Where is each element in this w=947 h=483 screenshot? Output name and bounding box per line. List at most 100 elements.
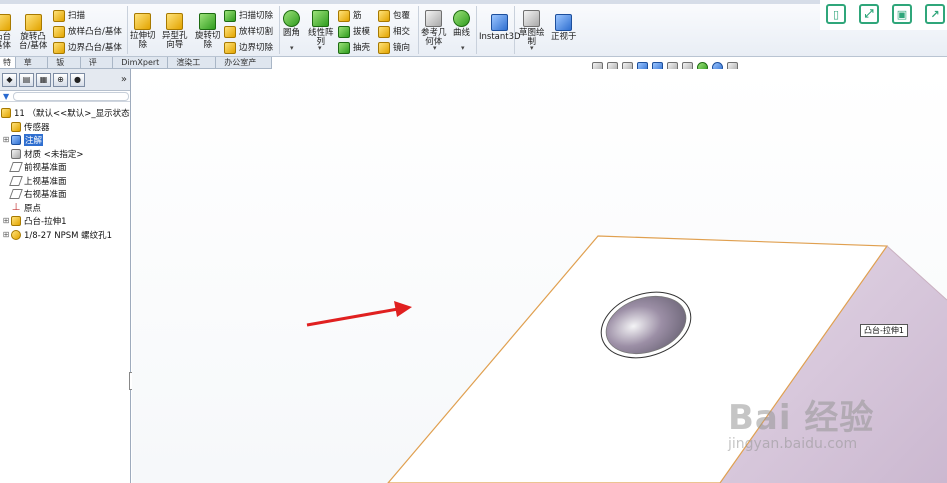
tab-office-products[interactable]: 办公室产品: [216, 57, 273, 78]
mirror-button[interactable]: 镜向: [378, 42, 410, 54]
rib-button[interactable]: 筋: [338, 10, 362, 22]
tree-item-front-plane[interactable]: 前视基准面: [2, 160, 67, 173]
sweep-icon: [53, 10, 65, 22]
extrude-cut-icon: [134, 13, 152, 30]
tab-sheet-metal[interactable]: 钣金: [48, 57, 81, 78]
tab-render-tools[interactable]: 渲染工具: [168, 57, 217, 78]
reference-geometry-button[interactable]: 参考几 何体: [421, 10, 447, 47]
revolve-boss-icon: [24, 14, 42, 31]
boundary-boss-button[interactable]: 边界凸台/基体: [53, 42, 122, 54]
wrap-button[interactable]: 包覆: [378, 10, 410, 22]
intersect-button[interactable]: 相交: [378, 26, 410, 38]
feature-manager-tab-icon[interactable]: ◆: [2, 72, 17, 87]
boundary-cut-icon: [224, 42, 236, 54]
fillet-button[interactable]: 圆角: [283, 10, 300, 38]
normal-to-label: 正视于: [551, 32, 577, 42]
save-icon[interactable]: ▣: [892, 4, 912, 24]
tree-item-material[interactable]: 材质 <未指定>: [2, 147, 83, 160]
tree-item-sensors[interactable]: 传感器: [2, 120, 50, 133]
sensor-icon: [11, 121, 21, 132]
fillet-label: 圆角: [283, 28, 301, 38]
filter-input[interactable]: [13, 92, 129, 101]
separator: [476, 6, 477, 54]
tab-evaluate[interactable]: 评估: [81, 57, 114, 78]
dimxpert-manager-tab-icon[interactable]: ⊕: [53, 72, 68, 87]
sweep-button[interactable]: 扫描: [53, 10, 85, 22]
intersect-icon: [378, 26, 390, 38]
separator: [279, 6, 280, 54]
curves-button[interactable]: 曲线: [453, 10, 470, 38]
tree-item-annotations[interactable]: ⊞ 注解: [2, 133, 44, 146]
expand-icon[interactable]: ⊞: [2, 135, 10, 144]
filter-icon: ▼: [3, 92, 10, 101]
sketch-dropdown-icon[interactable]: ▾: [530, 44, 534, 52]
loft-boss-icon: [53, 26, 65, 38]
extrude-cut-button[interactable]: 拉伸切 除: [130, 13, 156, 50]
loft-boss-button[interactable]: 放样凸台/基体: [53, 26, 122, 38]
display-manager-tab-icon[interactable]: ●: [70, 72, 85, 87]
plane-icon: [9, 175, 23, 186]
linear-pattern-button[interactable]: 线性阵 列: [308, 10, 334, 47]
share-icon[interactable]: ↗: [925, 4, 945, 24]
hole-wizard-icon: [166, 13, 184, 30]
sweep-cut-button[interactable]: 扫描切除: [224, 10, 273, 22]
extrude-icon: [11, 215, 21, 226]
feature-tooltip: 凸台-拉伸1: [860, 324, 908, 337]
tab-dimxpert[interactable]: DimXpert: [113, 57, 169, 68]
fillet-dropdown-icon[interactable]: ▾: [290, 44, 294, 52]
sketch-button[interactable]: 草图绘 制: [519, 10, 545, 47]
pattern-dropdown-icon[interactable]: ▾: [318, 44, 322, 52]
expand-icon[interactable]: ⊞: [2, 216, 10, 225]
ref-geometry-dropdown-icon[interactable]: ▾: [433, 44, 437, 52]
extrude-cut-label-2: 除: [138, 40, 148, 50]
wrap-icon: [378, 10, 390, 22]
tree-item-right-plane[interactable]: 右视基准面: [2, 187, 67, 200]
curves-label: 曲线: [453, 28, 471, 38]
tree-item-top-plane[interactable]: 上视基准面: [2, 174, 67, 187]
tree-item-label: 右视基准面: [24, 189, 67, 200]
tree-filter: ▼: [0, 91, 130, 102]
sweep-cut-icon: [224, 10, 236, 22]
hole-wizard-button[interactable]: 异型孔 向导: [162, 13, 188, 50]
hole-wizard-label-2: 向导: [166, 40, 184, 50]
expand-icon[interactable]: ⊞: [2, 230, 10, 239]
mirror-label: 镜向: [393, 43, 411, 53]
tree-item-label: 传感器: [24, 122, 50, 133]
tab-sketch[interactable]: 草图: [16, 57, 49, 78]
loft-boss-label: 放样凸台/基体: [68, 27, 122, 37]
loft-cut-button[interactable]: 放样切割: [224, 26, 273, 38]
curves-dropdown-icon[interactable]: ▾: [461, 44, 465, 52]
rib-label: 筋: [353, 11, 362, 21]
shell-label: 抽壳: [353, 43, 371, 53]
watermark-logo: Bai 经验: [728, 398, 875, 438]
boundary-boss-label: 边界凸台/基体: [68, 43, 122, 53]
origin-icon: ⊥: [11, 201, 21, 213]
tree-item-boss-extrude1[interactable]: ⊞ 凸台-拉伸1: [2, 214, 66, 227]
revolve-boss-label-2: 台/基体: [19, 41, 48, 51]
shell-button[interactable]: 抽壳: [338, 42, 370, 54]
more-tabs-icon[interactable]: »: [121, 74, 127, 85]
separator: [418, 6, 419, 54]
linear-pattern-icon: [312, 10, 330, 27]
revolve-boss-button[interactable]: 旋转凸 台/基体: [19, 14, 47, 51]
tablet-icon[interactable]: ▯: [826, 4, 846, 24]
extrude-boss-icon: [0, 14, 11, 31]
configuration-manager-tab-icon[interactable]: ▦: [36, 72, 51, 87]
draft-button[interactable]: 拔模: [338, 26, 370, 38]
separator: [127, 6, 128, 54]
extrude-boss-button[interactable]: 凸台 基体: [0, 14, 11, 51]
tab-features[interactable]: 特征: [0, 57, 16, 68]
boundary-cut-button[interactable]: 边界切除: [224, 42, 273, 54]
loft-cut-icon: [224, 26, 236, 38]
normal-to-button[interactable]: 正视于: [551, 14, 577, 42]
fullscreen-icon[interactable]: ⤢: [859, 4, 879, 24]
revolve-cut-button[interactable]: 旋转切 除: [195, 13, 221, 50]
tree-item-tapped-hole1[interactable]: ⊞ 1/8-27 NPSM 螺纹孔1: [2, 228, 112, 241]
tree-root[interactable]: 11 （默认<<默认>_显示状态 1>）: [0, 106, 153, 119]
wrap-label: 包覆: [393, 11, 411, 21]
sketch-icon: [523, 10, 541, 27]
revolve-cut-icon: [199, 13, 217, 30]
tree-item-origin[interactable]: ⊥ 原点: [2, 201, 41, 214]
part-icon: [1, 107, 11, 118]
property-manager-tab-icon[interactable]: ▤: [19, 72, 34, 87]
